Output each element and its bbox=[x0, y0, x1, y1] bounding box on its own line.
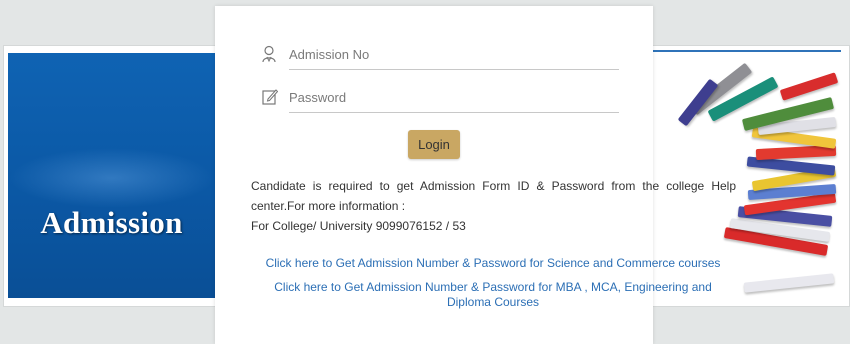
banner-title: Admission bbox=[40, 205, 183, 240]
banner-top-strip bbox=[652, 50, 841, 52]
banner-glow bbox=[8, 148, 215, 208]
login-button[interactable]: Login bbox=[408, 130, 460, 159]
science-commerce-link[interactable]: Click here to Get Admission Number & Pas… bbox=[250, 256, 736, 271]
book bbox=[743, 273, 835, 293]
admission-no-field bbox=[289, 41, 619, 70]
mba-mca-link-line1: Click here to Get Admission Number & Pas… bbox=[274, 280, 712, 294]
mba-mca-link-line2: Diploma Courses bbox=[446, 295, 540, 309]
admission-banner-left-panel: Admission bbox=[8, 53, 215, 298]
edit-icon bbox=[262, 88, 279, 106]
admission-no-input[interactable] bbox=[289, 41, 619, 67]
password-field bbox=[289, 84, 619, 113]
admission-info-text: Candidate is required to get Admission F… bbox=[251, 179, 736, 213]
user-icon bbox=[261, 45, 277, 63]
contact-info: For College/ University 9099076152 / 53 bbox=[251, 219, 466, 233]
password-input[interactable] bbox=[289, 84, 619, 110]
mba-mca-engineering-link[interactable]: Click here to Get Admission Number & Pas… bbox=[250, 280, 736, 310]
